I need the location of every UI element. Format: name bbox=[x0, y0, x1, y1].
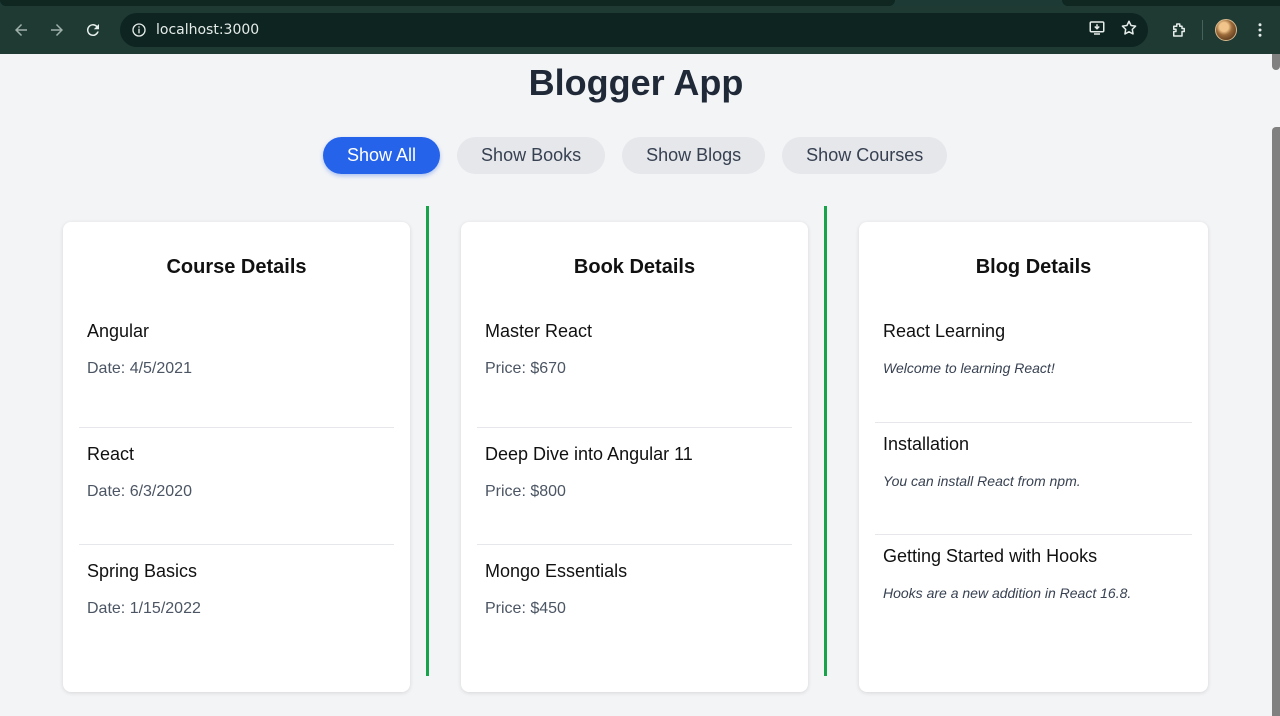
book-price: Price: $800 bbox=[485, 483, 566, 500]
reload-icon[interactable] bbox=[75, 12, 111, 48]
scrollbar-top bbox=[1272, 54, 1280, 70]
back-arrow-icon[interactable] bbox=[3, 12, 39, 48]
course-details-card: Course Details Angular Date: 4/5/2021 Re… bbox=[63, 222, 410, 692]
filter-bar: Show All Show Books Show Blogs Show Cour… bbox=[323, 137, 948, 174]
scrollbar-thumb[interactable] bbox=[1272, 127, 1280, 716]
toolbar-separator bbox=[1202, 20, 1203, 40]
course-name: React bbox=[87, 444, 135, 464]
bookmark-star-icon[interactable] bbox=[1120, 19, 1138, 42]
book-price: Price: $670 bbox=[485, 360, 566, 377]
course-name: Angular bbox=[87, 321, 150, 341]
book-item: Deep Dive into Angular 11 Price: $800 bbox=[477, 428, 792, 545]
book-name: Master React bbox=[485, 321, 593, 341]
course-item: React Date: 6/3/2020 bbox=[79, 428, 394, 545]
browser-toolbar: localhost:3000 bbox=[0, 6, 1280, 54]
extensions-icon[interactable] bbox=[1162, 13, 1196, 47]
page-title: Blogger App bbox=[528, 62, 744, 103]
profile-avatar[interactable] bbox=[1209, 13, 1243, 47]
book-name: Mongo Essentials bbox=[485, 561, 628, 581]
course-details-heading: Course Details bbox=[166, 256, 307, 278]
address-bar[interactable]: localhost:3000 bbox=[120, 13, 1148, 47]
blog-item: Getting Started with Hooks Hooks are a n… bbox=[875, 535, 1192, 647]
forward-arrow-icon[interactable] bbox=[39, 12, 75, 48]
blog-content: Welcome to learning React! bbox=[883, 360, 1055, 376]
avatar bbox=[1215, 19, 1237, 41]
show-blogs-button[interactable]: Show Blogs bbox=[622, 137, 766, 174]
green-divider bbox=[426, 206, 429, 676]
url-text[interactable]: localhost:3000 bbox=[156, 22, 259, 38]
green-divider bbox=[824, 206, 827, 676]
show-books-button[interactable]: Show Books bbox=[457, 137, 606, 174]
blog-item: React Learning Welcome to learning React… bbox=[875, 311, 1192, 423]
course-date: Date: 6/3/2020 bbox=[87, 483, 192, 500]
show-courses-button[interactable]: Show Courses bbox=[782, 137, 948, 174]
book-name: Deep Dive into Angular 11 bbox=[485, 444, 693, 464]
course-date: Date: 1/15/2022 bbox=[87, 600, 201, 617]
page-scrollbar[interactable] bbox=[1272, 54, 1280, 716]
blog-title: Installation bbox=[883, 434, 970, 454]
course-item: Spring Basics Date: 1/15/2022 bbox=[79, 545, 394, 662]
blog-content: You can install React from npm. bbox=[883, 473, 1081, 489]
blog-title: Getting Started with Hooks bbox=[883, 546, 1098, 566]
show-all-button[interactable]: Show All bbox=[323, 137, 441, 174]
course-name: Spring Basics bbox=[87, 561, 198, 581]
book-details-card: Book Details Master React Price: $670 De… bbox=[461, 222, 808, 692]
book-details-heading: Book Details bbox=[573, 256, 696, 278]
blog-item: Installation You can install React from … bbox=[875, 423, 1192, 535]
blog-details-card: Blog Details React Learning Welcome to l… bbox=[859, 222, 1208, 692]
course-date: Date: 4/5/2021 bbox=[87, 360, 192, 377]
install-app-icon[interactable] bbox=[1088, 19, 1106, 42]
book-price: Price: $450 bbox=[485, 600, 566, 617]
blog-title: React Learning bbox=[883, 321, 1006, 341]
more-menu-icon[interactable] bbox=[1243, 13, 1277, 47]
course-item: Angular Date: 4/5/2021 bbox=[79, 311, 394, 428]
blog-details-heading: Blog Details bbox=[975, 256, 1092, 278]
blog-content: Hooks are a new addition in React 16.8. bbox=[883, 585, 1132, 601]
site-info-icon[interactable] bbox=[122, 13, 156, 47]
book-item: Master React Price: $670 bbox=[477, 311, 792, 428]
book-item: Mongo Essentials Price: $450 bbox=[477, 545, 792, 662]
